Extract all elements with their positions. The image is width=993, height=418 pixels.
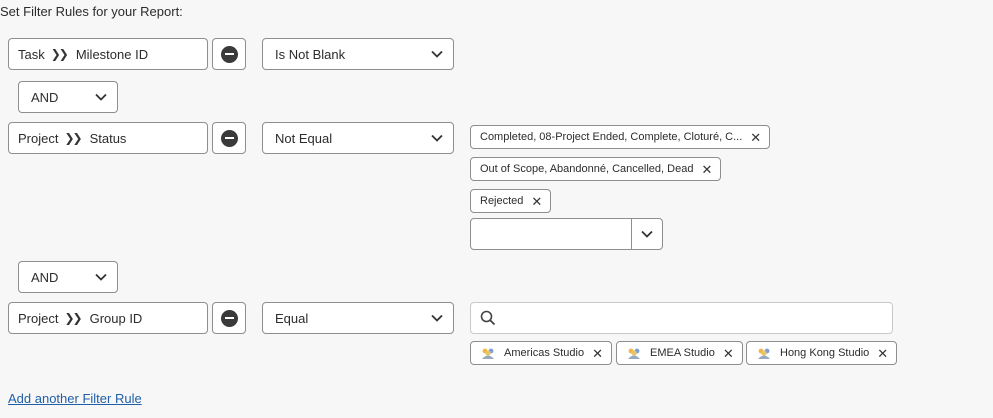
connector-2-select[interactable]: AND [18, 261, 118, 293]
rule-1-remove-button[interactable] [212, 38, 246, 70]
group-avatar-icon [758, 348, 770, 359]
value-tag-label: Completed, 08-Project Ended, Complete, C… [480, 131, 743, 143]
remove-circle-icon [220, 309, 238, 327]
connector-1-select[interactable]: AND [18, 81, 118, 113]
rule-1-field-selector[interactable]: Task ❯❯ Milestone ID [8, 38, 208, 70]
chevron-down-icon [95, 93, 107, 101]
value-tag: Out of Scope, Abandonné, Cancelled, Dead… [470, 157, 722, 181]
page-title: Set Filter Rules for your Report: [0, 4, 183, 19]
chevron-down-icon [95, 273, 107, 281]
rule-3-remove-button[interactable] [212, 302, 246, 334]
rule-1-operator-select[interactable]: Is Not Blank [262, 38, 454, 70]
rule-3-search-input[interactable] [470, 302, 893, 334]
double-chevron-icon: ❯❯ [64, 131, 82, 145]
rule-2-remove-button[interactable] [212, 122, 246, 154]
connector-2-label: AND [31, 269, 59, 285]
chevron-down-icon [641, 230, 653, 238]
chevron-down-icon [431, 314, 443, 322]
rule-3-operator: Equal [275, 310, 309, 326]
close-icon[interactable]: ✕ [750, 131, 761, 144]
rule-2-field: Status [89, 130, 127, 146]
rule-2-field-selector[interactable]: Project ❯❯ Status [8, 122, 208, 154]
rule-3-entity: Project [18, 310, 59, 326]
combobox-toggle-button[interactable] [631, 219, 662, 249]
rule-1-entity: Task [18, 46, 45, 62]
combobox-input[interactable] [471, 219, 631, 249]
add-filter-rule-link[interactable]: Add another Filter Rule [8, 391, 142, 406]
rule-3-operator-select[interactable]: Equal [262, 302, 454, 334]
value-tag-label: EMEA Studio [650, 347, 715, 359]
value-tag-label: Hong Kong Studio [780, 347, 870, 359]
double-chevron-icon: ❯❯ [50, 47, 69, 61]
rule-1-field: Milestone ID [75, 46, 149, 62]
rule-2-entity: Project [18, 130, 59, 146]
rule-3-field-selector[interactable]: Project ❯❯ Group ID [8, 302, 208, 334]
value-tag: Americas Studio ✕ [470, 341, 612, 365]
rule-3-field: Group ID [89, 310, 143, 326]
rule-2-value-combobox[interactable] [470, 218, 663, 250]
value-tag-label: Americas Studio [504, 347, 585, 359]
double-chevron-icon: ❯❯ [64, 311, 82, 325]
search-icon [480, 310, 496, 326]
remove-circle-icon [220, 45, 238, 63]
group-avatar-icon [482, 348, 494, 359]
rule-1-operator: Is Not Blank [275, 46, 346, 62]
value-tag-label: Out of Scope, Abandonné, Cancelled, Dead [480, 163, 694, 175]
connector-1-label: AND [31, 89, 59, 105]
value-tag: Completed, 08-Project Ended, Complete, C… [470, 125, 771, 149]
value-tag: Rejected ✕ [470, 189, 552, 213]
value-tag-label: Rejected [480, 195, 524, 207]
close-icon[interactable]: ✕ [592, 347, 603, 360]
close-icon[interactable]: ✕ [701, 163, 712, 176]
remove-circle-icon [220, 129, 238, 147]
rule-2-operator-select[interactable]: Not Equal [262, 122, 454, 154]
value-tag: Hong Kong Studio ✕ [746, 341, 898, 365]
chevron-down-icon [431, 134, 443, 142]
close-icon[interactable]: ✕ [531, 195, 542, 208]
chevron-down-icon [431, 50, 443, 58]
value-tag: EMEA Studio ✕ [616, 341, 743, 365]
rule-2-operator: Not Equal [275, 130, 333, 146]
close-icon[interactable]: ✕ [877, 347, 888, 360]
group-avatar-icon [628, 348, 640, 359]
close-icon[interactable]: ✕ [723, 347, 734, 360]
